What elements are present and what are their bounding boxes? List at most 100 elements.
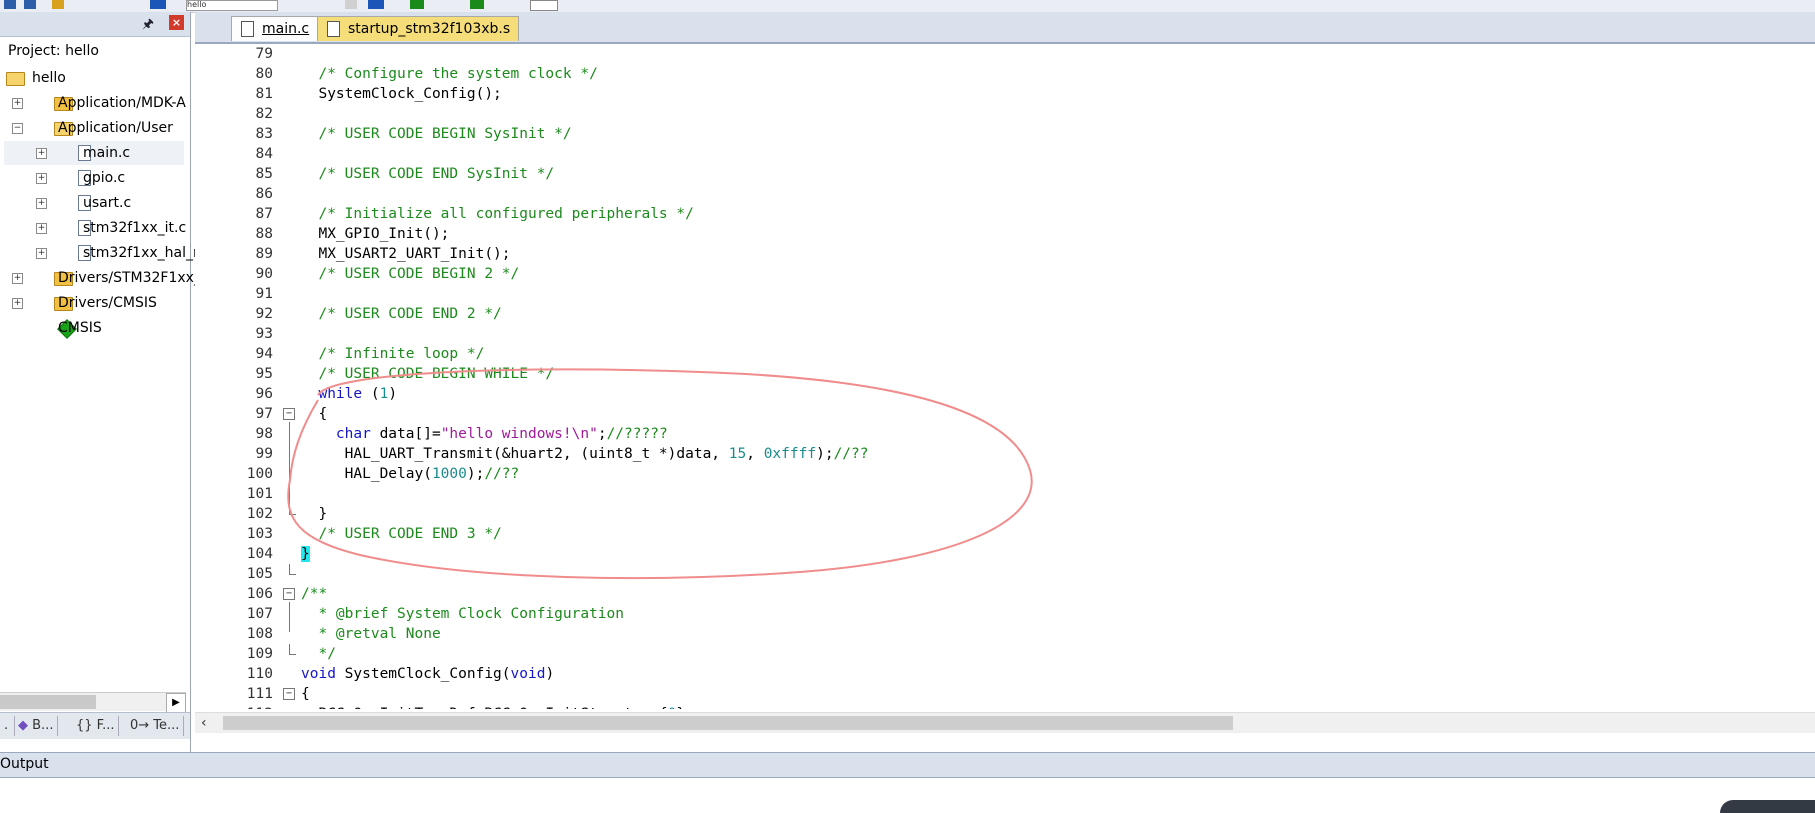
project-panel-header: 🖈 × <box>0 12 190 37</box>
tab-label: startup_stm32f103xb.s <box>348 21 511 37</box>
toolbar-icon[interactable] <box>4 0 16 9</box>
tab-books[interactable]: ◆ B... <box>14 716 59 736</box>
code-text: * @retval None <box>301 624 440 644</box>
code-line: 112 RCC_OscInitTypeDef RCC_OscInitStruct… <box>205 704 1805 709</box>
code-line: 86 <box>205 184 1805 204</box>
toolbar-icon[interactable] <box>345 0 357 9</box>
code-token: 1 <box>379 386 389 402</box>
tab-functions[interactable]: {} F... <box>72 716 120 736</box>
expand-icon[interactable]: + <box>36 173 47 184</box>
line-number: 105 <box>246 566 273 582</box>
code-line: 105 <box>205 564 1805 584</box>
tab-templates[interactable]: 0→ Te... <box>126 716 185 736</box>
tree-item-label: stm32f1xx_hal_r <box>83 245 199 261</box>
code-token: //?? <box>833 446 869 462</box>
code-text: HAL_Delay(1000);//?? <box>301 464 520 484</box>
expand-icon[interactable]: + <box>36 148 47 159</box>
code-area[interactable]: 79 80 /* Configure the system clock */81 … <box>205 44 1813 709</box>
fold-guide <box>289 602 290 632</box>
collapse-icon[interactable]: − <box>12 123 23 134</box>
line-number: 102 <box>246 506 273 522</box>
code-line: 99 HAL_UART_Transmit(&huart2, (uint8_t *… <box>205 444 1805 464</box>
code-token: void <box>510 666 546 682</box>
tab-startup-s[interactable]: startup_stm32f103xb.s <box>317 16 520 41</box>
code-text: /* USER CODE BEGIN WHILE */ <box>301 364 554 384</box>
scroll-left-arrow-icon[interactable]: ‹ <box>201 715 207 731</box>
fold-collapse-icon[interactable]: − <box>283 408 295 420</box>
line-number: 83 <box>255 126 273 142</box>
code-line: 92 /* USER CODE END 2 */ <box>205 304 1805 324</box>
expand-icon[interactable]: + <box>12 298 23 309</box>
fold-end-marker <box>289 564 296 575</box>
scroll-right-arrow-icon[interactable]: ▶ <box>166 693 186 713</box>
code-text: /** <box>301 584 327 604</box>
code-token: ( <box>362 386 380 402</box>
code-token: //????? <box>606 426 668 442</box>
toolbar-icon[interactable] <box>24 0 36 9</box>
expand-icon[interactable]: + <box>36 198 47 209</box>
tab-main-c[interactable]: main.c <box>231 16 319 41</box>
tab-books-label: B... <box>32 718 54 733</box>
fold-end-marker <box>289 504 296 515</box>
code-text: */ <box>301 644 335 664</box>
close-icon[interactable]: × <box>169 15 184 30</box>
toolbar-icon[interactable] <box>150 0 166 9</box>
toolbar-icon[interactable] <box>410 0 424 9</box>
code-line: 100 HAL_Delay(1000);//?? <box>205 464 1805 484</box>
code-token: 0xffff <box>763 446 817 462</box>
code-token: /* USER CODE BEGIN SysInit */ <box>301 126 572 142</box>
scroll-thumb[interactable] <box>223 716 1233 730</box>
code-text: } <box>301 544 310 564</box>
tree-item-label: Application/User <box>58 120 173 136</box>
fold-collapse-icon[interactable]: − <box>283 588 295 600</box>
tree-item[interactable]: + main.c <box>4 141 184 165</box>
pin-icon[interactable]: 🖈 <box>142 15 154 37</box>
code-token: ; <box>597 426 607 442</box>
tree-item-label: CMSIS <box>58 320 102 336</box>
target-select[interactable]: hello <box>186 0 278 11</box>
code-token: , <box>746 446 764 462</box>
expand-icon[interactable]: + <box>36 248 47 259</box>
expand-icon[interactable]: + <box>12 273 23 284</box>
toolbar-icon[interactable] <box>368 0 384 9</box>
code-line: 106−/** <box>205 584 1805 604</box>
code-line: 83 /* USER CODE BEGIN SysInit */ <box>205 124 1805 144</box>
line-number: 97 <box>255 406 273 422</box>
code-text: char data[]="hello windows!\n";//????? <box>301 424 668 444</box>
output-panel-header[interactable]: Output <box>0 752 1815 778</box>
toolbar-icon[interactable] <box>530 0 558 11</box>
editor-tabbar: main.c startup_stm32f103xb.s <box>195 12 1815 44</box>
code-line: 108 * @retval None <box>205 624 1805 644</box>
line-number: 89 <box>255 246 273 262</box>
code-token: 1000 <box>431 466 467 482</box>
code-token: ); <box>816 446 834 462</box>
line-number: 110 <box>246 666 273 682</box>
panel-horizontal-scrollbar[interactable]: ▶ <box>0 692 186 713</box>
code-line: 84 <box>205 144 1805 164</box>
fold-guide <box>289 422 290 512</box>
code-line: 103 /* USER CODE END 3 */ <box>205 524 1805 544</box>
fold-collapse-icon[interactable]: − <box>283 688 295 700</box>
code-token: /* USER CODE BEGIN 2 */ <box>301 266 520 282</box>
code-line: 110 void SystemClock_Config(void) <box>205 664 1805 684</box>
expand-icon[interactable]: + <box>12 98 23 109</box>
toolbar-icon[interactable] <box>52 0 64 9</box>
tab-project[interactable]: . <box>0 716 15 736</box>
code-token: /* Initialize all configured peripherals… <box>301 206 694 222</box>
line-number: 93 <box>255 326 273 342</box>
line-number: 79 <box>255 46 273 62</box>
toolbar-icon[interactable] <box>470 0 484 9</box>
code-line: 79 <box>205 44 1805 64</box>
tab-label: main.c <box>262 21 310 37</box>
code-token: /* USER CODE END 3 */ <box>301 526 502 542</box>
code-token: ); <box>466 466 485 482</box>
code-text: { <box>301 684 310 704</box>
code-token: MX_USART2_UART_Init(); <box>301 246 511 262</box>
code-token: ) <box>388 386 398 402</box>
expand-icon[interactable]: + <box>36 223 47 234</box>
tree-item-label: Application/MDK-A <box>58 95 186 111</box>
scroll-thumb[interactable] <box>0 695 96 709</box>
project-title: Project: hello <box>8 43 99 59</box>
editor-horizontal-scrollbar[interactable]: ‹ <box>195 712 1815 733</box>
code-token: } <box>301 506 328 522</box>
